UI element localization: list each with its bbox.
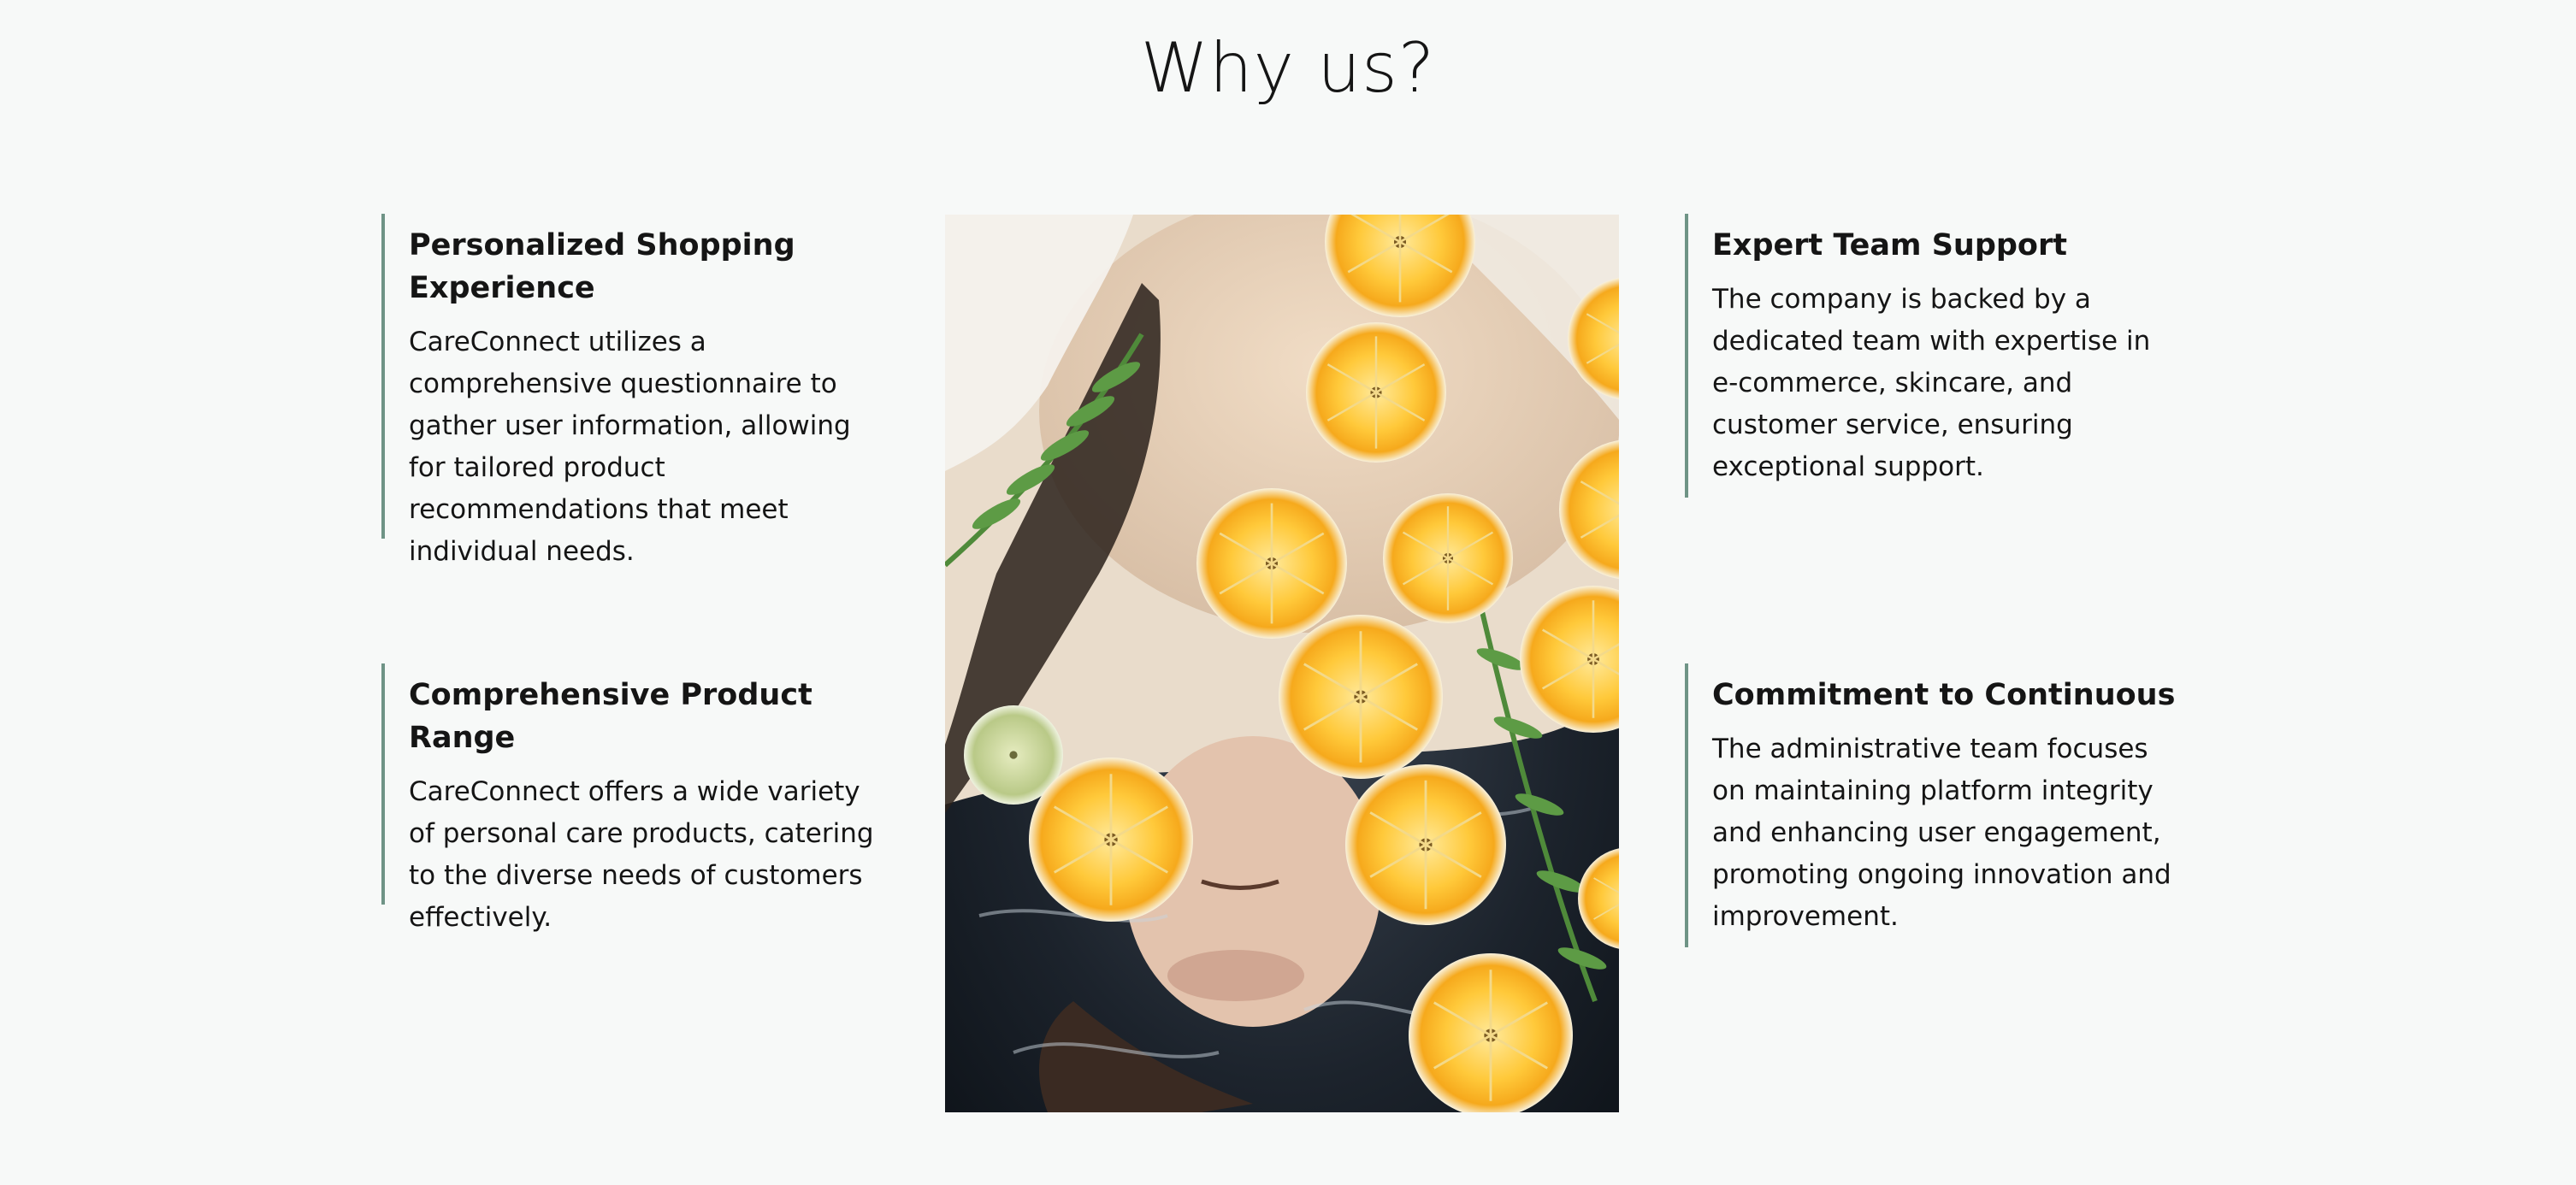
feature-description: The administrative team focuses on maint… — [1712, 734, 2171, 932]
feature-description: CareConnect utilizes a comprehensive que… — [409, 327, 851, 567]
feature-title: Commitment to Continuous — [1712, 678, 2176, 712]
feature-title: Personalized Shopping Experience — [409, 228, 795, 305]
feature-expert-team: Expert Team Support The company is backe… — [1685, 214, 2181, 498]
feature-title: Expert Team Support — [1712, 228, 2067, 262]
feature-title: Comprehensive Product Range — [409, 678, 812, 755]
bath-oranges-photo — [945, 215, 1619, 1112]
feature-description: CareConnect offers a wide variety of per… — [409, 776, 874, 933]
feature-continuous-commitment: Commitment to Continuous The administrat… — [1685, 663, 2181, 947]
section-title: Why us? — [1140, 28, 1436, 108]
feature-description: The company is backed by a dedicated tea… — [1712, 284, 2151, 482]
feature-product-range: Comprehensive Product Range CareConnect … — [381, 663, 877, 933]
hero-photo — [945, 215, 1619, 1112]
feature-personalized-shopping: Personalized Shopping Experience CareCon… — [381, 214, 877, 567]
